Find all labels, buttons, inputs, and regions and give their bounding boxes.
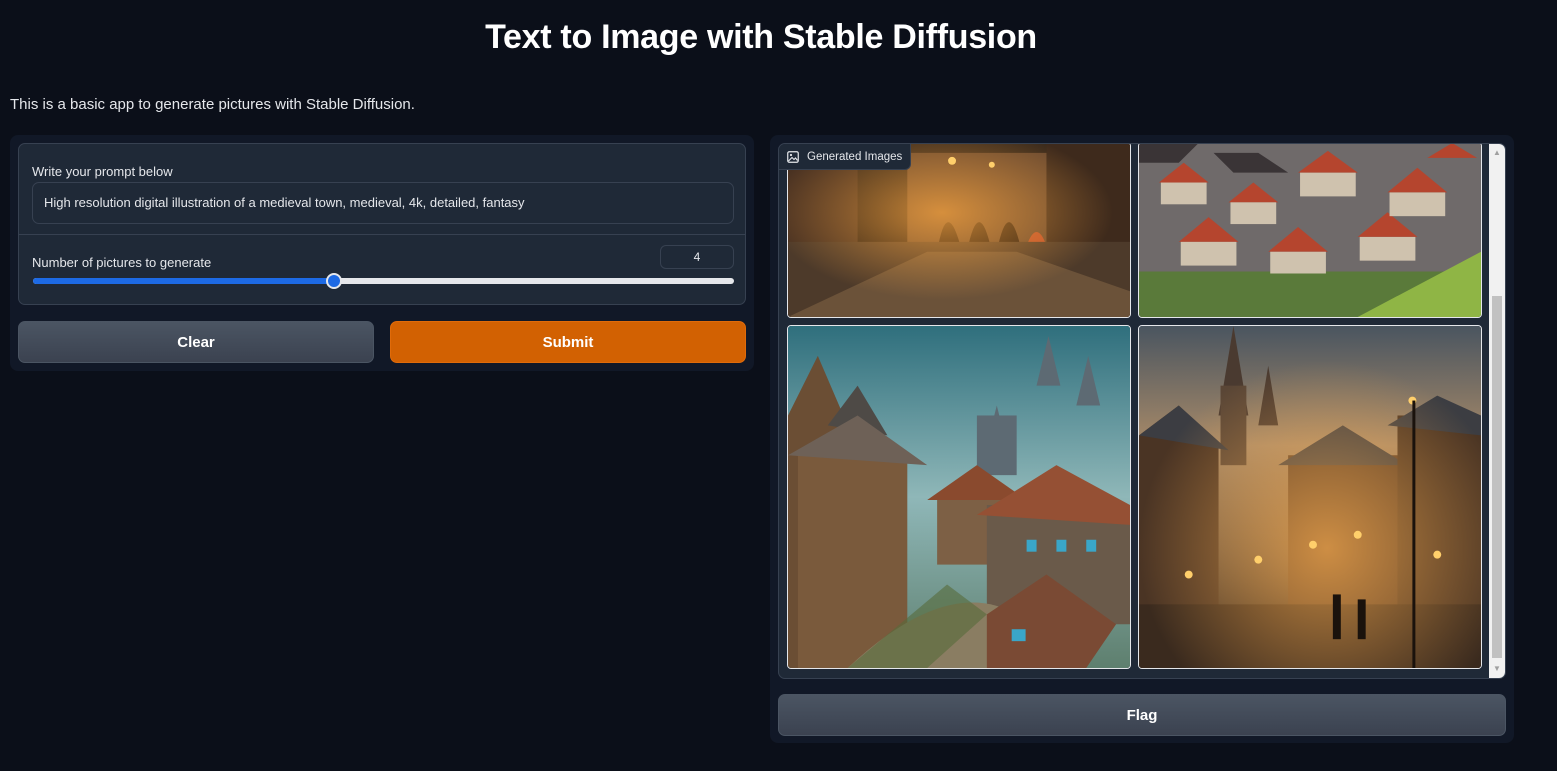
generated-image-2[interactable] bbox=[1138, 144, 1482, 318]
page-title: Text to Image with Stable Diffusion bbox=[485, 18, 1037, 56]
page-description: This is a basic app to generate pictures… bbox=[10, 96, 415, 113]
submit-button[interactable]: Submit bbox=[390, 321, 746, 363]
form-box: Write your prompt below High resolution … bbox=[18, 143, 746, 305]
generated-image-3[interactable] bbox=[787, 325, 1131, 669]
input-panel: Write your prompt below High resolution … bbox=[10, 135, 754, 371]
prompt-input[interactable]: High resolution digital illustration of … bbox=[32, 182, 734, 224]
slider-thumb[interactable] bbox=[326, 273, 343, 289]
scroll-down-arrow-icon[interactable]: ▼ bbox=[1489, 662, 1505, 676]
gallery-scrollbar[interactable]: ▲ ▼ bbox=[1489, 144, 1505, 678]
gallery-label: Generated Images bbox=[779, 144, 912, 170]
clear-button[interactable]: Clear bbox=[18, 321, 374, 363]
picture-count-slider[interactable] bbox=[33, 273, 734, 289]
output-panel: Generated Images ▲ ▼ Flag bbox=[770, 135, 1514, 743]
scrollbar-thumb[interactable] bbox=[1492, 296, 1502, 658]
app-page: Text to Image with Stable Diffusion This… bbox=[0, 0, 1557, 771]
prompt-label: Write your prompt below bbox=[32, 164, 173, 179]
form-divider bbox=[19, 234, 745, 235]
gallery-label-text: Generated Images bbox=[807, 150, 903, 163]
slider-fill bbox=[33, 278, 335, 284]
slider-label: Number of pictures to generate bbox=[32, 255, 212, 270]
flag-button[interactable]: Flag bbox=[778, 694, 1506, 736]
image-icon bbox=[787, 150, 799, 163]
generated-images-gallery: Generated Images ▲ ▼ bbox=[778, 143, 1506, 679]
generated-image-4[interactable] bbox=[1138, 325, 1482, 669]
slider-number-input[interactable]: 4 bbox=[660, 245, 734, 269]
scroll-up-arrow-icon[interactable]: ▲ bbox=[1489, 146, 1505, 160]
